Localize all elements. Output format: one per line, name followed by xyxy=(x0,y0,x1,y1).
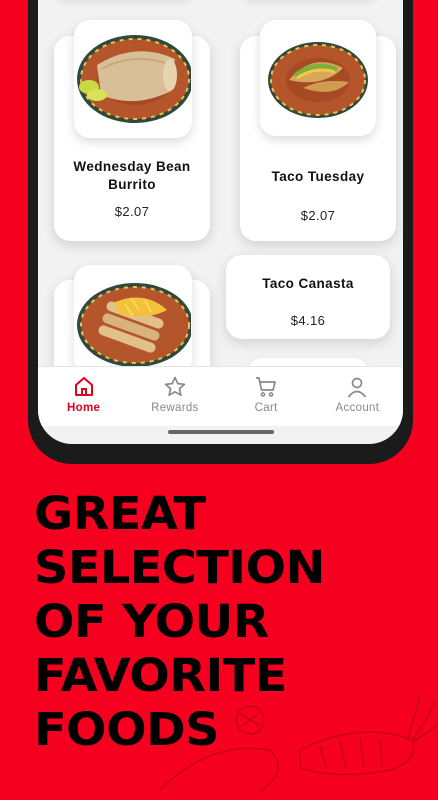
headline-line: OF YOUR xyxy=(34,595,269,648)
menu-card-taco-canasta[interactable]: Taco Canasta $4.16 xyxy=(226,255,390,339)
nav-home[interactable]: Home xyxy=(38,367,129,426)
menu-grid[interactable]: Wednesday Bean Burrito $2.07 Taco Tuesda… xyxy=(38,0,403,366)
account-icon xyxy=(348,377,367,398)
star-icon xyxy=(164,376,186,397)
menu-item-name: Wednesday Bean Burrito xyxy=(73,159,191,192)
phone-frame: Wednesday Bean Burrito $2.07 Taco Tuesda… xyxy=(28,0,413,464)
menu-item-price: $4.16 xyxy=(290,313,326,328)
headline-line: FAVORITE xyxy=(34,649,287,702)
nav-rewards[interactable]: Rewards xyxy=(129,367,220,426)
promo-headline: GREAT SELECTION OF YOUR FAVORITE FOODS xyxy=(34,487,414,757)
nav-label: Account xyxy=(335,402,380,414)
menu-item-name: Taco Canasta xyxy=(262,276,354,291)
menu-item-price: $2.07 xyxy=(114,204,150,219)
menu-item-price: $2.07 xyxy=(300,208,336,223)
nav-label: Cart xyxy=(254,402,278,414)
home-icon xyxy=(74,377,93,396)
taquitos-image xyxy=(74,265,192,366)
home-indicator[interactable] xyxy=(168,430,274,434)
app-screen: Wednesday Bean Burrito $2.07 Taco Tuesda… xyxy=(38,0,403,444)
nav-account[interactable]: Account xyxy=(312,367,403,426)
nav-label: Rewards xyxy=(151,402,199,414)
taco-image xyxy=(260,20,376,136)
nav-cart[interactable]: Cart xyxy=(221,367,312,426)
cart-icon xyxy=(256,377,276,397)
burrito-image xyxy=(74,20,192,138)
nav-label: Home xyxy=(67,402,101,414)
card-stub-bottom xyxy=(248,358,368,366)
headline-line: SELECTION xyxy=(34,541,325,594)
menu-item-name: Taco Tuesday xyxy=(271,169,365,184)
bottom-nav: Home Rewards Cart Account xyxy=(38,366,403,426)
headline-line: GREAT xyxy=(34,487,206,540)
headline-line: FOODS xyxy=(34,703,220,756)
